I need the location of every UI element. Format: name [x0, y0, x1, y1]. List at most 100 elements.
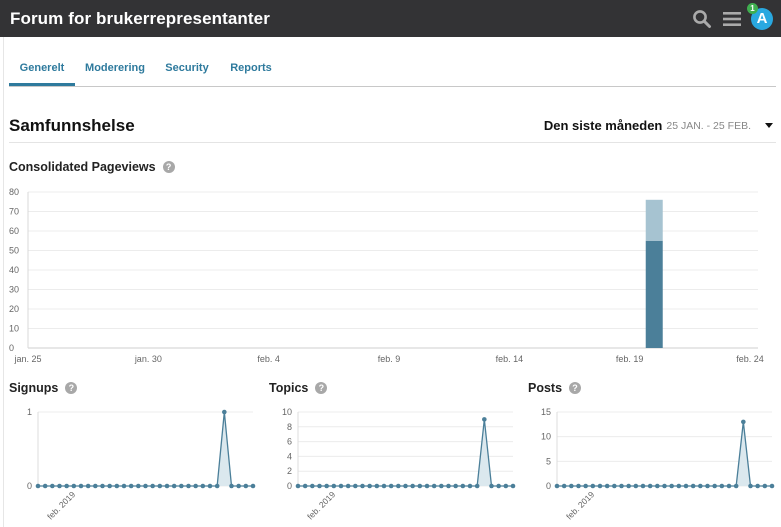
- data-point: [193, 483, 198, 489]
- data-point: [769, 483, 775, 489]
- data-point: [676, 483, 682, 489]
- data-point: [381, 483, 387, 489]
- header-bar: Forum for brukerrepresentanter A 1: [0, 0, 781, 37]
- data-point: [733, 483, 739, 489]
- data-point: [243, 483, 249, 489]
- topics-chart: 0 2 4 6 8 10 feb. 2019: [282, 407, 516, 521]
- data-point: [396, 483, 401, 489]
- data-point: [741, 419, 746, 425]
- data-point: [136, 483, 141, 489]
- data-point: [214, 483, 220, 489]
- chart-title-text: Consolidated Pageviews: [9, 160, 156, 174]
- y-tick-label: 60: [9, 226, 19, 236]
- hamburger-menu-icon: [723, 11, 741, 26]
- search-icon: [693, 9, 711, 28]
- data-point: [295, 483, 301, 489]
- tab-label: Security: [165, 62, 209, 74]
- x-tick-label: feb. 4: [257, 354, 280, 364]
- y-tick-label: 10: [541, 432, 551, 442]
- data-point: [612, 483, 617, 489]
- help-icon[interactable]: ?: [162, 161, 175, 173]
- data-point: [510, 483, 516, 489]
- data-point: [367, 483, 372, 489]
- data-point: [200, 483, 206, 489]
- data-point: [403, 483, 408, 489]
- data-point: [762, 483, 768, 489]
- data-point: [489, 483, 494, 489]
- data-point: [353, 483, 358, 489]
- data-point: [590, 483, 596, 489]
- y-tick-label: 8: [287, 422, 292, 432]
- help-icon[interactable]: ?: [315, 382, 328, 394]
- y-tick-label: 0: [287, 481, 292, 491]
- section-divider: [9, 142, 776, 143]
- y-tick-label: 40: [9, 265, 19, 275]
- data-point: [496, 483, 501, 489]
- data-point: [164, 483, 170, 489]
- data-point: [107, 483, 112, 489]
- posts-chart: 0 5 10 15 feb. 2019: [541, 407, 775, 521]
- data-point: [360, 483, 365, 489]
- y-tick-label: 0: [27, 481, 32, 491]
- data-point: [35, 483, 41, 489]
- x-tick-label: feb. 24: [736, 354, 764, 364]
- data-point: [554, 483, 560, 489]
- data-point: [424, 483, 430, 489]
- x-tick-label: jan. 30: [134, 354, 162, 364]
- x-tick-label: feb. 9: [378, 354, 401, 364]
- data-point: [569, 483, 574, 489]
- user-avatar[interactable]: A 1: [747, 2, 773, 30]
- y-tick-label: 30: [9, 285, 19, 295]
- y-tick-label: 15: [541, 407, 551, 417]
- y-tick-label: 2: [287, 466, 292, 476]
- data-point: [669, 483, 674, 489]
- tab-security[interactable]: Security: [159, 52, 215, 85]
- menu-button[interactable]: [719, 6, 745, 32]
- tab-generelt[interactable]: Generelt: [9, 52, 75, 86]
- data-point: [726, 483, 732, 489]
- help-icon[interactable]: ?: [569, 382, 582, 394]
- search-button[interactable]: [689, 6, 715, 32]
- tab-moderering[interactable]: Moderering: [81, 52, 149, 85]
- data-point: [50, 483, 55, 489]
- data-point: [324, 483, 329, 489]
- tab-label: Reports: [230, 62, 272, 74]
- data-point: [705, 483, 710, 489]
- signups-chart: 0 1 feb. 2019: [27, 407, 256, 521]
- data-point: [345, 483, 351, 489]
- y-tick-label: 10: [282, 407, 292, 417]
- y-tick-label: 80: [9, 187, 19, 197]
- data-point: [748, 483, 753, 489]
- avatar-letter: A: [756, 10, 768, 27]
- site-title[interactable]: Forum for brukerrepresentanter: [10, 9, 270, 29]
- y-tick-label: 50: [9, 246, 19, 256]
- data-point: [604, 483, 610, 489]
- y-tick-label: 0: [9, 343, 14, 353]
- x-tick-label: feb. 2019: [45, 489, 77, 521]
- data-point: [647, 483, 653, 489]
- period-label: Den siste måneden: [543, 118, 663, 133]
- data-point: [698, 483, 703, 489]
- caret-down-icon: [765, 123, 773, 128]
- y-tick-label: 1: [27, 407, 32, 417]
- data-point: [503, 483, 509, 489]
- bar: [645, 240, 663, 348]
- x-tick-label: feb. 2019: [305, 489, 337, 521]
- data-point: [222, 409, 227, 415]
- data-point: [128, 483, 134, 489]
- data-point: [655, 483, 660, 489]
- data-point: [410, 483, 415, 489]
- data-point: [179, 483, 184, 489]
- data-point: [236, 483, 241, 489]
- y-tick-label: 0: [546, 481, 551, 491]
- help-icon[interactable]: ?: [65, 382, 78, 394]
- tab-reports[interactable]: Reports: [223, 52, 279, 85]
- admin-nav-tabs: Generelt Moderering Security Reports: [9, 52, 776, 87]
- data-point: [93, 483, 98, 489]
- x-tick-label: jan. 25: [13, 354, 41, 364]
- data-point: [755, 483, 760, 489]
- data-point: [121, 483, 127, 489]
- notification-badge[interactable]: 1: [747, 2, 758, 14]
- period-selector[interactable]: Den siste måneden 25 JAN. - 25 FEB.: [544, 118, 773, 133]
- data-point: [186, 483, 191, 489]
